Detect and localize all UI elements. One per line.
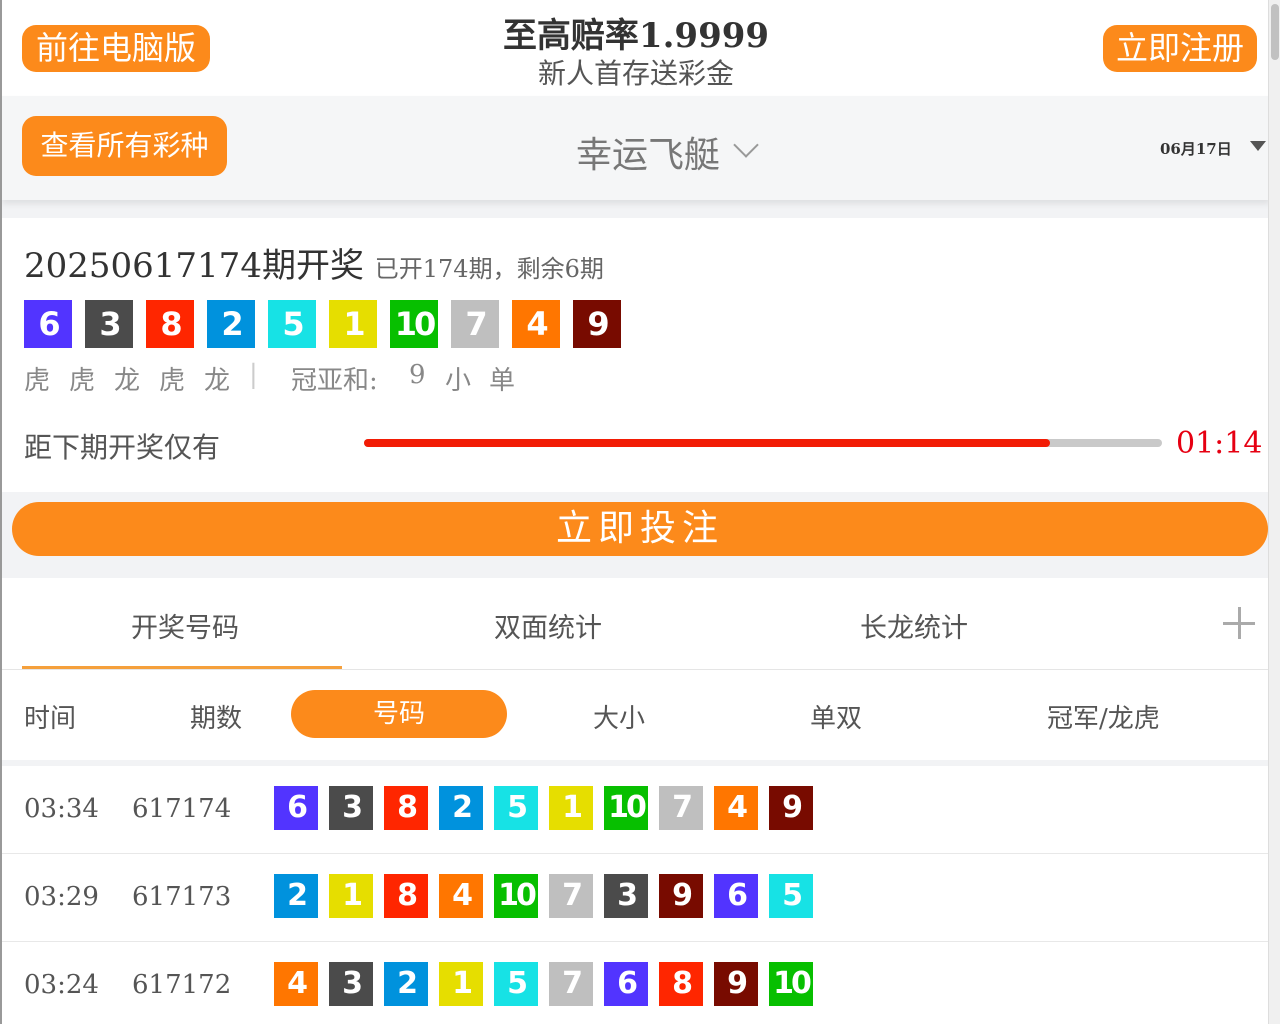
ball-7: 7 bbox=[451, 300, 499, 348]
sum-value: 9 bbox=[409, 360, 426, 390]
ball-3: 3 bbox=[604, 874, 648, 918]
dragon-tiger-2: 虎 bbox=[69, 366, 96, 396]
issue-title: 20250617174期开奖 bbox=[24, 246, 364, 286]
ball-10: 10 bbox=[769, 962, 813, 1006]
tab-two-side-stats[interactable]: 双面统计 bbox=[494, 606, 602, 645]
ball-9: 9 bbox=[769, 786, 813, 830]
ball-6: 6 bbox=[24, 300, 72, 348]
filter-size[interactable]: 大小 bbox=[593, 698, 645, 735]
result-row[interactable]: 03:34 617174 6 3 8 2 5 1 10 7 4 9 bbox=[2, 766, 1268, 854]
ball-2: 2 bbox=[207, 300, 255, 348]
ball-4: 4 bbox=[439, 874, 483, 918]
issue-meta: 已开174期，剩余6期 bbox=[374, 255, 604, 283]
countdown-label: 距下期开奖仅有 bbox=[24, 431, 221, 464]
dragon-tiger-1: 虎 bbox=[24, 366, 51, 396]
ball-9: 9 bbox=[714, 962, 758, 1006]
result-row[interactable]: 03:29 617173 2 1 8 4 10 7 3 9 6 5 bbox=[2, 854, 1268, 942]
row-time: 03:29 bbox=[24, 882, 99, 912]
ball-7: 7 bbox=[549, 874, 593, 918]
ball-9: 9 bbox=[573, 300, 621, 348]
draw-panel: 20250617174期开奖 已开174期，剩余6期 6 3 8 2 5 1 10 7 4 9 虎… bbox=[2, 218, 1268, 492]
ball-6: 6 bbox=[604, 962, 648, 1006]
ball-8: 8 bbox=[146, 300, 194, 348]
register-button[interactable]: 立即注册 bbox=[1103, 25, 1257, 72]
filter-number[interactable]: 号码 bbox=[291, 690, 507, 738]
ball-4: 4 bbox=[714, 786, 758, 830]
scrollbar[interactable] bbox=[1268, 0, 1280, 1024]
ball-4: 4 bbox=[274, 962, 318, 1006]
stats-divider: | bbox=[249, 360, 258, 390]
ball-3: 3 bbox=[329, 962, 373, 1006]
promo-headline: 至高赔率1.9999 bbox=[502, 16, 770, 56]
ball-3: 3 bbox=[329, 786, 373, 830]
ball-5: 5 bbox=[268, 300, 316, 348]
ball-7: 7 bbox=[549, 962, 593, 1006]
tab-draw-numbers[interactable]: 开奖号码 bbox=[131, 606, 239, 645]
caret-down-icon[interactable] bbox=[1250, 141, 1266, 151]
scrollbar-thumb[interactable] bbox=[1271, 4, 1279, 60]
draw-stats: 虎 虎 龙 虎 龙 | 冠亚和: 9 小 单 bbox=[24, 360, 533, 397]
filter-parity[interactable]: 单双 bbox=[810, 698, 862, 735]
place-bet-button[interactable]: 立即投注 bbox=[12, 502, 1268, 556]
issue-heading: 20250617174期开奖 已开174期，剩余6期 bbox=[24, 238, 604, 287]
countdown-timer: 01:14 bbox=[1176, 426, 1263, 461]
ball-10: 10 bbox=[494, 874, 538, 918]
result-tabs: 开奖号码 双面统计 长龙统计 bbox=[2, 578, 1268, 670]
active-tab-indicator bbox=[22, 666, 342, 669]
ball-8: 8 bbox=[659, 962, 703, 1006]
row-balls: 4 3 2 1 5 7 6 8 9 10 bbox=[274, 962, 813, 1006]
ball-1: 1 bbox=[439, 962, 483, 1006]
ball-2: 2 bbox=[439, 786, 483, 830]
lottery-selector[interactable]: 幸运飞艇 bbox=[576, 126, 720, 178]
ball-7: 7 bbox=[659, 786, 703, 830]
row-issue: 617173 bbox=[132, 882, 232, 912]
sum-parity: 单 bbox=[489, 366, 516, 396]
row-time: 03:34 bbox=[24, 794, 99, 824]
row-issue: 617172 bbox=[132, 970, 232, 1000]
filter-time[interactable]: 时间 bbox=[24, 698, 76, 735]
ball-2: 2 bbox=[274, 874, 318, 918]
countdown-progress-fill bbox=[364, 439, 1051, 447]
promo-subline: 新人首存送彩金 bbox=[537, 57, 734, 90]
chevron-down-icon[interactable] bbox=[733, 132, 759, 158]
dragon-tiger-3: 龙 bbox=[114, 366, 141, 396]
ball-1: 1 bbox=[329, 300, 377, 348]
ball-10: 10 bbox=[390, 300, 438, 348]
countdown-progress bbox=[364, 439, 1162, 447]
ball-6: 6 bbox=[714, 874, 758, 918]
results-list: 03:34 617174 6 3 8 2 5 1 10 7 4 9 03:29 617173 2 1 8 4 10 7… bbox=[2, 766, 1268, 1024]
sum-label: 冠亚和: bbox=[291, 366, 378, 396]
row-balls: 6 3 8 2 5 1 10 7 4 9 bbox=[274, 786, 813, 830]
column-filters: 时间 期数 号码 大小 单双 冠军/龙虎 bbox=[2, 670, 1268, 760]
row-time: 03:24 bbox=[24, 970, 99, 1000]
dragon-tiger-4: 虎 bbox=[159, 366, 186, 396]
row-balls: 2 1 8 4 10 7 3 9 6 5 bbox=[274, 874, 813, 918]
ball-1: 1 bbox=[549, 786, 593, 830]
all-lotteries-button[interactable]: 查看所有彩种 bbox=[22, 116, 227, 176]
top-header: 前往电脑版 至高赔率1.9999 新人首存送彩金 立即注册 bbox=[2, 0, 1268, 96]
lottery-bar: 查看所有彩种 幸运飞艇 06月17日 bbox=[2, 96, 1268, 200]
row-issue: 617174 bbox=[132, 794, 232, 824]
ball-9: 9 bbox=[659, 874, 703, 918]
result-row[interactable]: 03:24 617172 4 3 2 1 5 7 6 8 9 10 bbox=[2, 942, 1268, 1024]
ball-5: 5 bbox=[494, 962, 538, 1006]
ball-4: 4 bbox=[512, 300, 560, 348]
filter-issue[interactable]: 期数 bbox=[190, 698, 242, 735]
draw-balls: 6 3 8 2 5 1 10 7 4 9 bbox=[24, 300, 621, 348]
filter-champion-dragon-tiger[interactable]: 冠军/龙虎 bbox=[1047, 698, 1160, 735]
date-selector[interactable]: 06月17日 bbox=[1160, 138, 1232, 159]
ball-1: 1 bbox=[329, 874, 373, 918]
ball-8: 8 bbox=[384, 874, 428, 918]
ball-6: 6 bbox=[274, 786, 318, 830]
ball-3: 3 bbox=[85, 300, 133, 348]
app-frame: 前往电脑版 至高赔率1.9999 新人首存送彩金 立即注册 查看所有彩种 幸运飞… bbox=[0, 0, 1268, 1024]
dragon-tiger-5: 龙 bbox=[204, 366, 231, 396]
ball-10: 10 bbox=[604, 786, 648, 830]
ball-2: 2 bbox=[384, 962, 428, 1006]
ball-5: 5 bbox=[769, 874, 813, 918]
tab-streak-stats[interactable]: 长龙统计 bbox=[860, 606, 968, 645]
ball-8: 8 bbox=[384, 786, 428, 830]
ball-5: 5 bbox=[494, 786, 538, 830]
sum-size: 小 bbox=[445, 366, 472, 396]
